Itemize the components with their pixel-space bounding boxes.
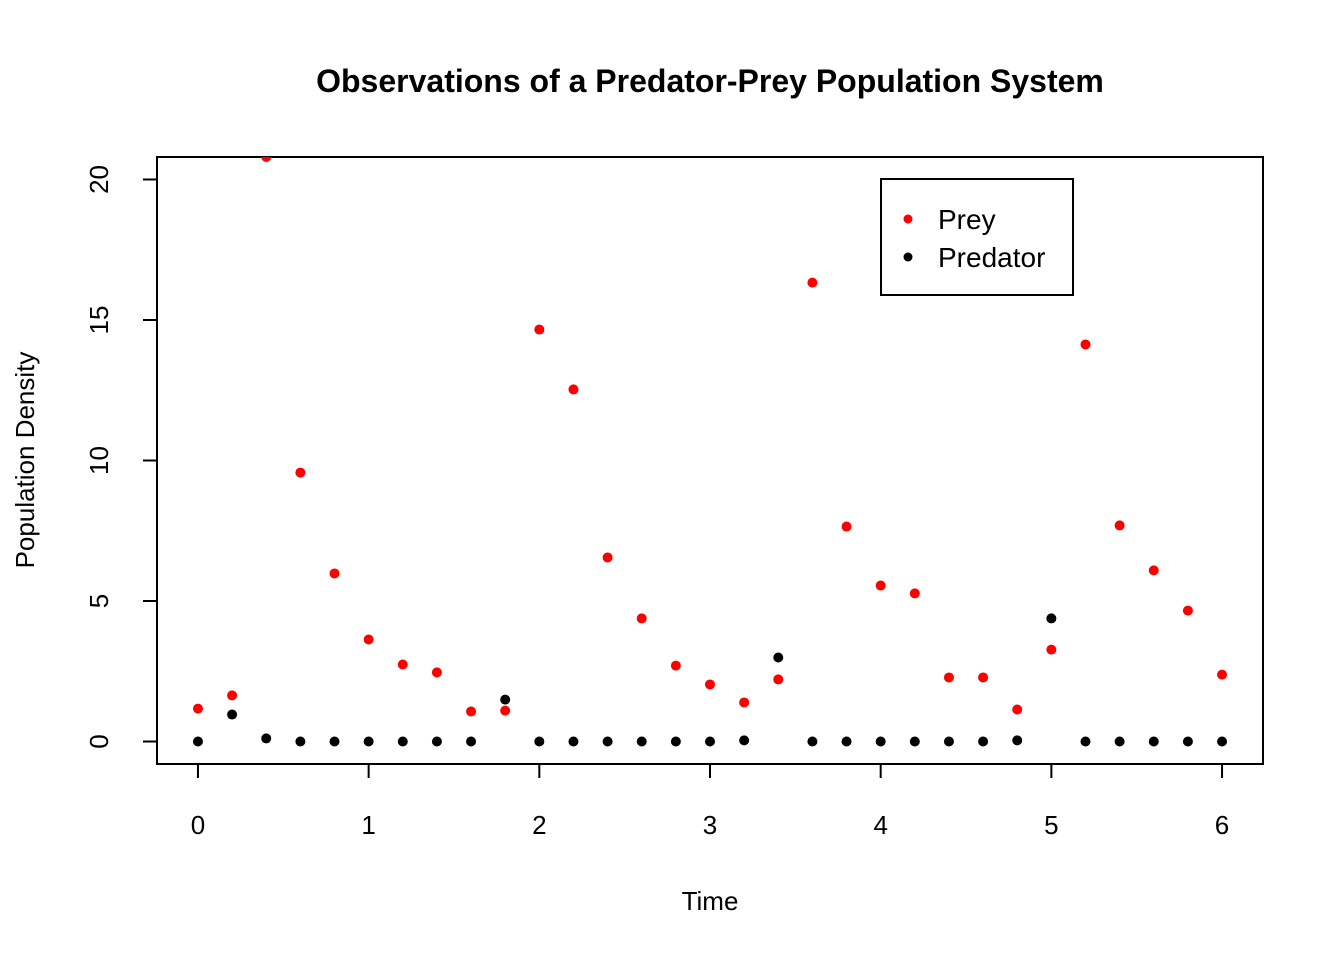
- x-axis: 0 1 2 3 4 5 6: [191, 763, 1229, 840]
- predator-point: [1012, 735, 1023, 746]
- prey-point: [1080, 339, 1091, 350]
- y-tick-label: 15: [84, 306, 114, 335]
- y-tick-label: 10: [84, 446, 114, 475]
- prey-point: [978, 672, 989, 683]
- predator-point: [1114, 736, 1125, 747]
- legend: Prey Predator: [880, 178, 1074, 296]
- predator-point: [192, 736, 203, 747]
- prey-point: [227, 690, 238, 701]
- predator-point: [568, 736, 579, 747]
- prey-point: [1012, 704, 1023, 715]
- legend-marker-predator: [903, 252, 913, 262]
- prey-point: [636, 613, 647, 624]
- predator-point: [602, 736, 613, 747]
- prey-point: [363, 634, 374, 645]
- x-tick-label: 0: [191, 810, 205, 840]
- predator-point: [1080, 736, 1091, 747]
- prey-point: [773, 674, 784, 685]
- predator-point: [1148, 736, 1159, 747]
- predator-point: [1046, 613, 1057, 624]
- predator-point: [500, 694, 511, 705]
- prey-point: [534, 324, 545, 335]
- x-tick-label: 4: [873, 810, 887, 840]
- prey-point: [705, 679, 715, 690]
- predator-point: [943, 736, 954, 747]
- y-axis: 0 5 10 15 20: [84, 165, 158, 749]
- predator-point: [1182, 736, 1193, 747]
- predator-point: [875, 736, 886, 747]
- predator-point: [295, 736, 306, 747]
- predator-point: [841, 736, 852, 747]
- legend-label-predator: Predator: [938, 242, 1045, 273]
- prey-point: [1148, 565, 1159, 576]
- prey-point: [192, 703, 203, 714]
- predator-point: [705, 736, 715, 747]
- y-axis-label: Population Density: [10, 352, 40, 569]
- prey-point: [909, 588, 920, 599]
- prey-point: [500, 705, 511, 716]
- y-tick-label: 5: [84, 594, 114, 608]
- x-tick-label: 3: [703, 810, 717, 840]
- prey-point: [807, 277, 818, 288]
- prey-point: [466, 706, 477, 717]
- prey-point: [602, 552, 613, 563]
- predator-point: [329, 736, 340, 747]
- predator-point: [636, 736, 647, 747]
- predator-point: [431, 736, 442, 747]
- predator-point: [739, 735, 750, 746]
- legend-label-prey: Prey: [938, 204, 996, 235]
- prey-point: [875, 580, 886, 591]
- prey-point: [739, 697, 750, 708]
- predator-point: [773, 652, 784, 663]
- x-tick-label: 2: [532, 810, 546, 840]
- predator-point: [466, 736, 477, 747]
- x-tick-label: 1: [361, 810, 375, 840]
- chart-title: Observations of a Predator-Prey Populati…: [316, 63, 1104, 99]
- predator-point: [807, 736, 818, 747]
- prey-point: [397, 659, 408, 670]
- prey-point: [670, 660, 681, 671]
- prey-point: [329, 568, 340, 579]
- predator-point: [397, 736, 408, 747]
- prey-point: [261, 157, 272, 162]
- x-axis-label: Time: [682, 886, 739, 916]
- scatter-chart: Observations of a Predator-Prey Populati…: [10, 63, 1264, 916]
- predator-point: [909, 736, 920, 747]
- prey-point: [1217, 669, 1228, 680]
- predator-point: [261, 733, 272, 744]
- prey-point: [295, 467, 306, 478]
- x-tick-label: 6: [1215, 810, 1229, 840]
- predator-point: [227, 709, 238, 720]
- plot-frame: [156, 156, 1264, 765]
- predator-point: [363, 736, 374, 747]
- prey-point: [1114, 520, 1125, 531]
- predator-point: [1217, 736, 1228, 747]
- predator-point: [670, 736, 681, 747]
- legend-box: [880, 178, 1074, 296]
- predator-point: [534, 736, 545, 747]
- prey-point: [943, 672, 954, 683]
- y-tick-label: 20: [84, 165, 114, 194]
- predator-point: [978, 736, 989, 747]
- y-tick-label: 0: [84, 734, 114, 748]
- prey-point: [841, 521, 852, 532]
- prey-point: [1182, 605, 1193, 616]
- prey-point: [568, 384, 579, 395]
- prey-point: [431, 667, 442, 678]
- legend-marker-prey: [903, 214, 913, 224]
- x-tick-label: 5: [1044, 810, 1058, 840]
- prey-point: [1046, 644, 1057, 655]
